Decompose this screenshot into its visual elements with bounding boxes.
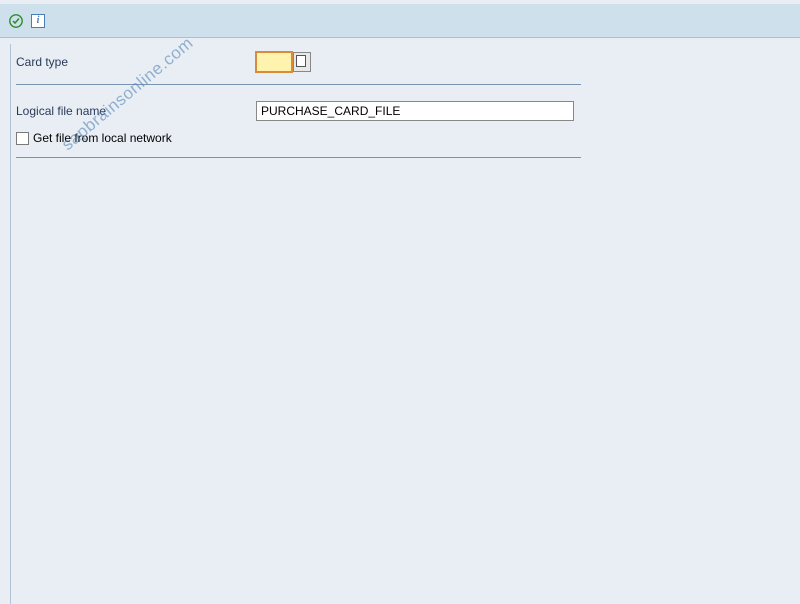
section-divider (16, 84, 581, 85)
card-type-row: Card type (16, 50, 784, 74)
value-help-icon (298, 57, 306, 67)
get-file-local-label: Get file from local network (33, 131, 172, 145)
logical-file-name-row: Logical file name (16, 99, 784, 123)
get-file-local-row: Get file from local network (16, 131, 784, 145)
logical-file-name-label: Logical file name (16, 104, 256, 118)
execute-icon[interactable] (8, 13, 24, 29)
info-icon[interactable]: i (30, 13, 46, 29)
card-type-input[interactable] (256, 52, 292, 72)
get-file-local-checkbox[interactable] (16, 132, 29, 145)
application-toolbar: i (0, 4, 800, 38)
content-left-border (10, 44, 11, 604)
card-type-label: Card type (16, 55, 256, 69)
card-type-value-help-button[interactable] (293, 52, 311, 72)
logical-file-name-input[interactable] (256, 101, 574, 121)
selection-screen: Card type Logical file name Get file fro… (0, 38, 800, 184)
section-divider-2 (16, 157, 581, 158)
